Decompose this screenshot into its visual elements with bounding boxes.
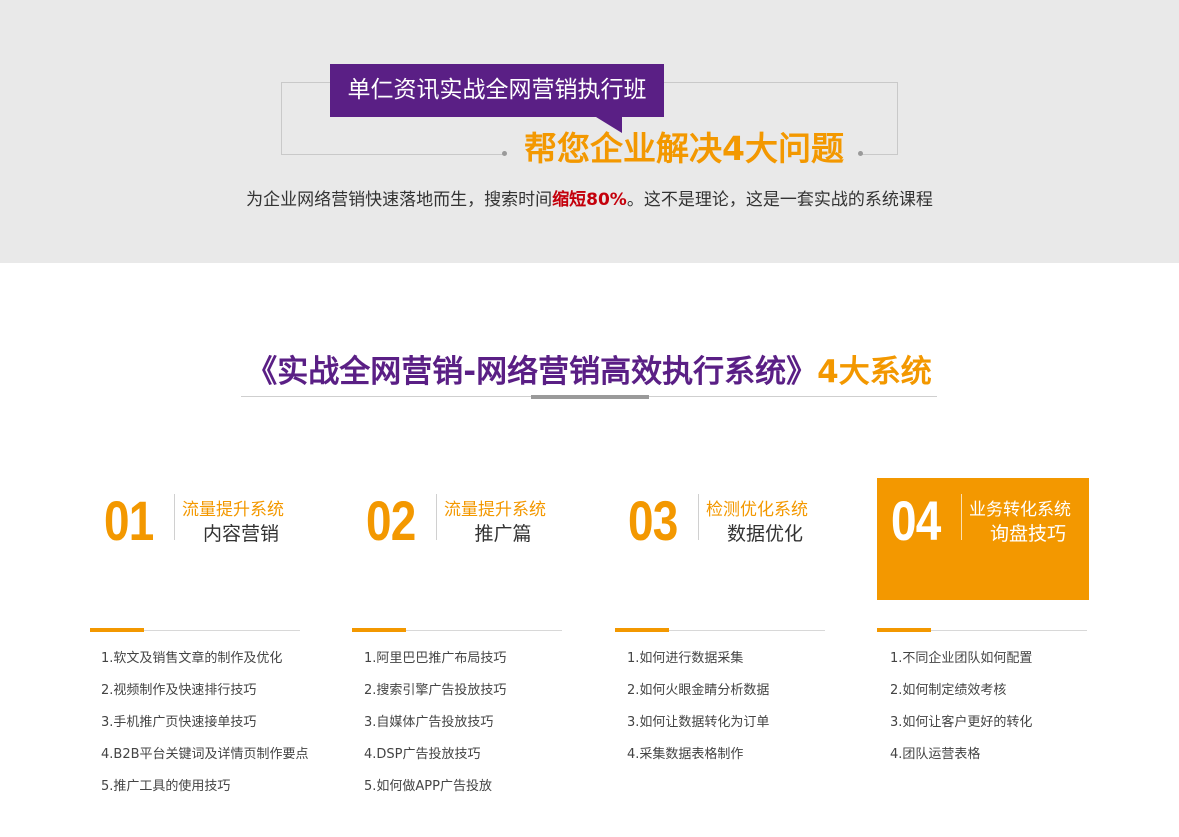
system-name: 推广篇 (474, 523, 532, 545)
card-divider (698, 494, 699, 540)
system-name: 数据优化 (726, 523, 803, 545)
section-title: 《实战全网营销-网络营销高效执行系统》4大系统 (241, 346, 937, 398)
topic-item: 4.DSP广告投放技巧 (364, 747, 481, 762)
section-title-bar (531, 395, 649, 399)
subline-text-2: 。这不是理论，这是一套实战的系统课程 (626, 190, 933, 210)
card-divider (961, 494, 962, 540)
subline-highlight: 缩短80% (552, 190, 627, 210)
topic-item: 1.阿里巴巴推广布局技巧 (364, 651, 507, 666)
system-category: 业务转化系统 (969, 500, 1071, 520)
system-1-topics: 1.软文及销售文章的制作及优化 2.视频制作及快速排行技巧 3.手机推广页快速接… (101, 648, 309, 808)
system-2-topics: 1.阿里巴巴推广布局技巧 2.搜索引擎广告投放技巧 3.自媒体广告投放技巧 4.… (364, 648, 506, 808)
banner-subline: 为企业网络营销快速落地而生，搜索时间缩短80%。这不是理论，这是一套实战的系统课… (0, 185, 1179, 210)
system-card-4[interactable]: 04 业务转化系统 询盘技巧 (877, 478, 1089, 600)
topic-item: 3.自媒体广告投放技巧 (364, 715, 494, 730)
topic-item: 2.搜索引擎广告投放技巧 (364, 683, 507, 698)
system-category: 流量提升系统 (182, 500, 284, 520)
topic-item: 2.如何制定绩效考核 (890, 683, 1007, 698)
banner-frame-top-right (664, 82, 898, 83)
system-card-3[interactable]: 03 检测优化系统 数据优化 (614, 478, 826, 600)
column-accent (352, 628, 406, 632)
banner-frame-top-left (281, 82, 331, 83)
topic-item: 4.B2B平台关键词及详情页制作要点 (101, 747, 309, 762)
topic-item: 5.如何做APP广告投放 (364, 779, 492, 794)
topic-item: 3.如何让客户更好的转化 (890, 715, 1033, 730)
topic-item: 2.如何火眼金睛分析数据 (627, 683, 770, 698)
system-card-1[interactable]: 01 流量提升系统 内容营销 (90, 478, 302, 600)
topic-item: 3.如何让数据转化为订单 (627, 715, 770, 730)
system-4-topics: 1.不同企业团队如何配置 2.如何制定绩效考核 3.如何让客户更好的转化 4.团… (890, 648, 1032, 776)
banner-headline: 帮您企业解决4大问题 (524, 129, 844, 168)
topic-item: 1.如何进行数据采集 (627, 651, 744, 666)
topic-item: 5.推广工具的使用技巧 (101, 779, 231, 794)
topic-item: 1.软文及销售文章的制作及优化 (101, 651, 283, 666)
topic-item: 4.采集数据表格制作 (627, 747, 744, 762)
topic-item: 4.团队运营表格 (890, 747, 981, 762)
system-name: 询盘技巧 (989, 523, 1066, 545)
system-category: 流量提升系统 (444, 500, 546, 520)
column-accent (90, 628, 144, 632)
system-number: 01 (104, 489, 154, 552)
subline-text-1: 为企业网络营销快速落地而生，搜索时间 (246, 190, 553, 210)
course-badge: 单仁资讯实战全网营销执行班 (330, 64, 664, 117)
topic-item: 2.视频制作及快速排行技巧 (101, 683, 257, 698)
system-number: 04 (891, 489, 941, 552)
section-title-main: 《实战全网营销-网络营销高效执行系统》 (246, 354, 818, 390)
system-number: 03 (628, 489, 678, 552)
topic-item: 3.手机推广页快速接单技巧 (101, 715, 257, 730)
system-card-2[interactable]: 02 流量提升系统 推广篇 (352, 478, 564, 600)
system-number: 02 (366, 489, 416, 552)
topic-item: 1.不同企业团队如何配置 (890, 651, 1033, 666)
system-category: 检测优化系统 (706, 500, 808, 520)
column-accent (615, 628, 669, 632)
card-divider (174, 494, 175, 540)
card-divider (436, 494, 437, 540)
section-title-accent: 4大系统 (817, 354, 932, 390)
column-accent (877, 628, 931, 632)
system-3-topics: 1.如何进行数据采集 2.如何火眼金睛分析数据 3.如何让数据转化为订单 4.采… (627, 648, 769, 776)
system-name: 内容营销 (202, 523, 279, 545)
